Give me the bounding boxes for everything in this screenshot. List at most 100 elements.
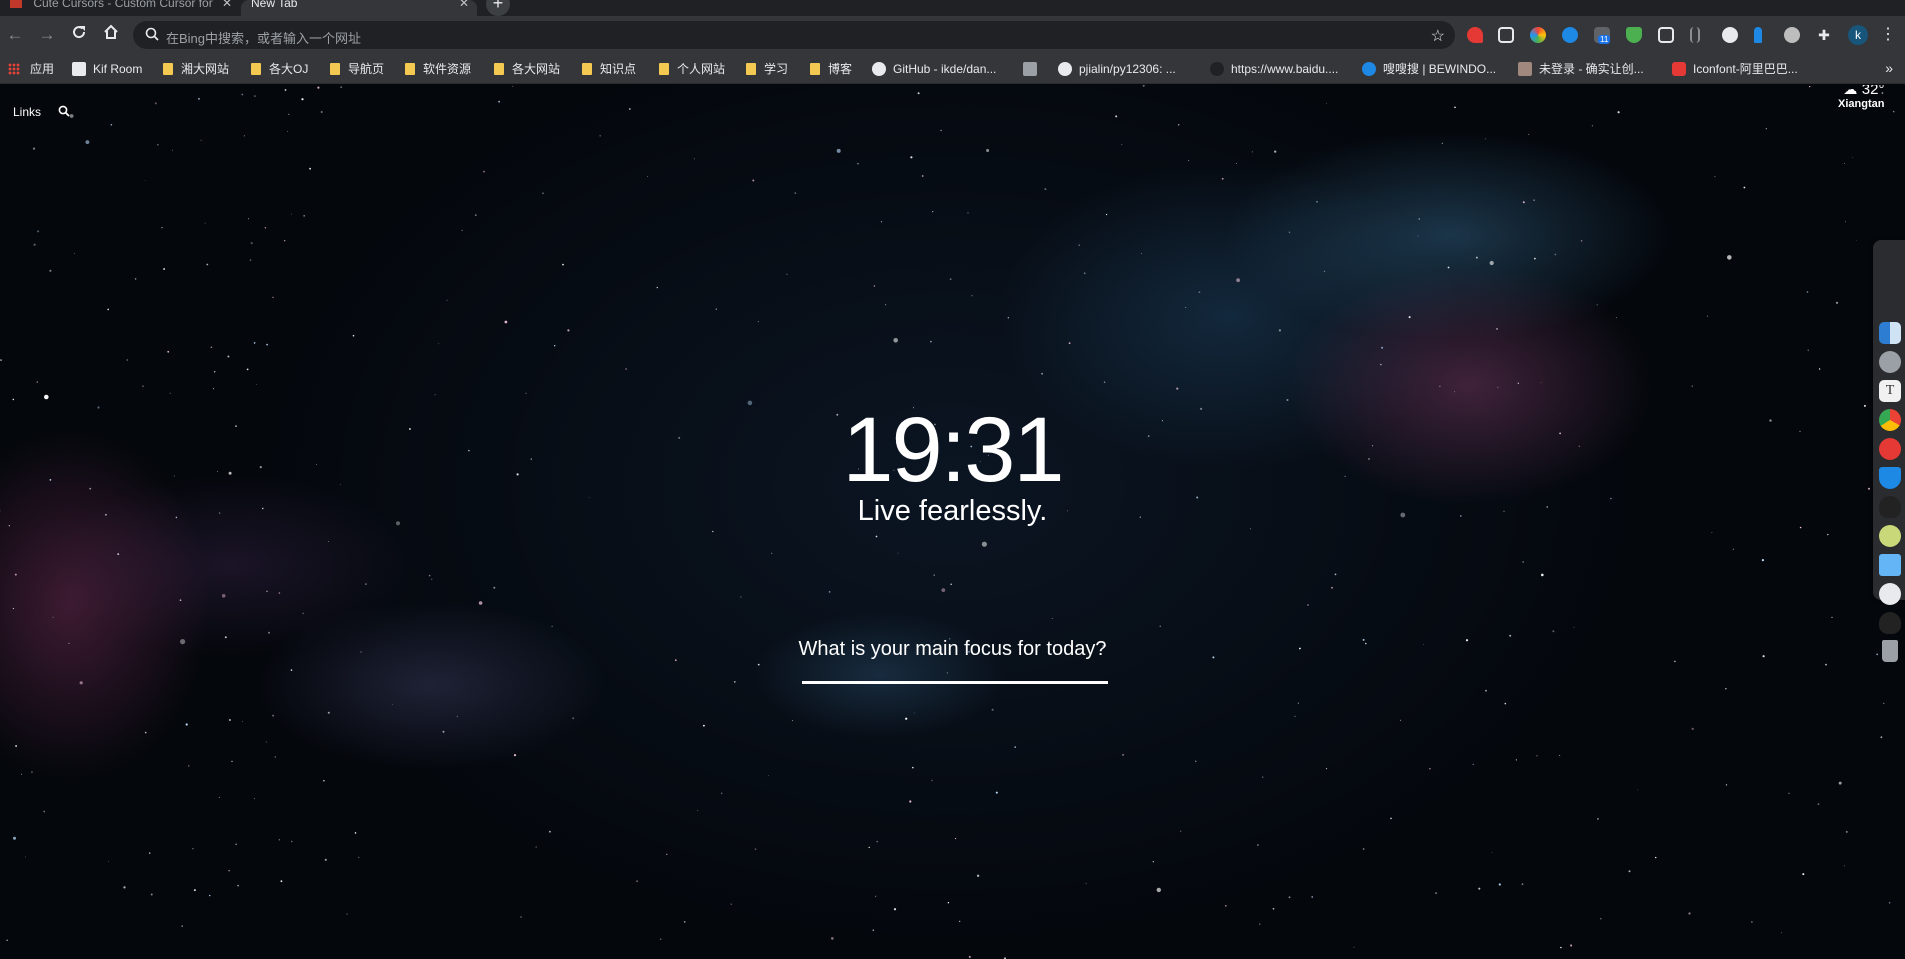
rocket-icon[interactable] (1879, 351, 1901, 373)
tab-new-tab[interactable]: New Tab ✕ (241, 0, 477, 16)
star (873, 285, 876, 287)
trash-icon[interactable] (1882, 640, 1898, 662)
extension-cloud-icon[interactable] (1784, 27, 1800, 43)
extension-reader-icon[interactable] (1498, 27, 1514, 43)
bookmark-label: 未登录 - 确实让创... (1539, 62, 1644, 76)
star (1509, 634, 1512, 637)
star (1334, 573, 1337, 576)
star (1844, 221, 1846, 223)
steam-icon[interactable] (1879, 583, 1901, 605)
browser-toolbar: ← → 在Bing中搜索，或者输入一个网址 ☆ 11 ✚ k ⋮ (0, 16, 1905, 54)
reload-button[interactable] (68, 24, 90, 46)
star (21, 773, 23, 775)
star (1806, 291, 1809, 293)
bookmark-label: 学习 (764, 62, 789, 76)
weather-widget[interactable]: ☁ 32° Xiangtan (1838, 85, 1884, 110)
star (1825, 663, 1827, 666)
focus-question: What is your main focus for today? (798, 638, 1107, 660)
extension-screenshot-icon[interactable] (1658, 27, 1674, 43)
extension-adblock-icon[interactable] (1467, 27, 1483, 43)
bookmark-baidu[interactable]: https://www.baidu.... (1210, 61, 1338, 79)
tab-close-icon[interactable]: ✕ (459, 0, 469, 9)
bookmark-folder[interactable]: 软件资源 (405, 61, 471, 79)
star (365, 583, 367, 585)
star (1883, 702, 1885, 704)
chrome-icon[interactable] (1879, 409, 1901, 431)
extension-pin-icon[interactable] (1754, 27, 1762, 43)
qq-icon[interactable] (1879, 612, 1901, 634)
bookmark-folder[interactable]: 导航页 (330, 61, 384, 79)
star (428, 574, 431, 577)
bookmark-folder[interactable]: 博客 (810, 61, 852, 79)
back-button[interactable]: ← (4, 24, 26, 46)
search-icon[interactable] (58, 105, 70, 117)
star (932, 211, 934, 213)
extension-ghost-icon[interactable] (1722, 27, 1738, 43)
bookmark-iconfont[interactable]: Iconfont-阿里巴巴... (1672, 61, 1798, 79)
bookmark-bewindows[interactable]: 嗖嗖搜 | BEWINDO... (1362, 61, 1496, 79)
address-bar[interactable]: 在Bing中搜索，或者输入一个网址 ☆ (133, 21, 1455, 49)
star (181, 925, 183, 927)
extension-bookmark-icon[interactable] (1690, 27, 1700, 43)
browser-menu-icon[interactable]: ⋮ (1880, 24, 1896, 46)
wechat-icon[interactable] (1879, 525, 1901, 547)
typora-icon[interactable]: T (1879, 380, 1901, 402)
shield-icon[interactable] (1879, 467, 1901, 489)
extensions-puzzle-icon[interactable]: ✚ (1816, 27, 1832, 43)
star (320, 111, 323, 113)
bookmark-github[interactable]: GitHub - ikde/dan... (872, 61, 996, 79)
bookmark-unlogged[interactable]: 未登录 - 确实让创... (1518, 61, 1644, 79)
netease-music-icon[interactable] (1879, 438, 1901, 460)
qq-icon[interactable] (1879, 496, 1901, 518)
star (123, 886, 126, 889)
home-button[interactable] (100, 24, 122, 46)
bookmark-folder[interactable]: 知识点 (582, 61, 636, 79)
github-icon (872, 62, 886, 76)
bookmark-kif-room[interactable]: Kif Room (72, 61, 142, 79)
bookmark-apps[interactable]: 应用 (8, 61, 54, 79)
star (562, 263, 564, 266)
star (1475, 256, 1478, 259)
star (554, 345, 556, 347)
folder-icon[interactable] (1879, 554, 1901, 576)
links-button[interactable]: Links (13, 105, 41, 119)
star (154, 102, 157, 105)
bookmark-star-icon[interactable]: ☆ (1431, 26, 1445, 46)
star (149, 852, 151, 854)
star (1522, 561, 1524, 563)
bookmark-folder[interactable]: 各大网站 (494, 61, 560, 79)
star (949, 278, 952, 280)
bookmarks-overflow-icon[interactable]: » (1885, 60, 1893, 76)
address-bar-placeholder: 在Bing中搜索，或者输入一个网址 (166, 31, 362, 46)
bookmark-pjialin[interactable]: pjialin/py12306: ... (1058, 61, 1176, 79)
star (1727, 255, 1732, 260)
star (1802, 873, 1805, 876)
forward-button[interactable]: → (36, 24, 58, 46)
star (1765, 128, 1767, 130)
new-tab-button[interactable]: + (486, 0, 510, 16)
bookmark-folder[interactable]: 湘大网站 (163, 61, 229, 79)
star (52, 616, 54, 618)
star (163, 268, 166, 270)
star (493, 586, 496, 589)
star (950, 583, 952, 586)
star (44, 394, 49, 400)
bookmark-folder[interactable]: 各大OJ (251, 61, 308, 79)
star (981, 541, 988, 547)
star (931, 779, 933, 782)
tab-cute-cursors[interactable]: Cute Cursors - Custom Cursor for ✕ (0, 0, 240, 16)
bookmark-folder[interactable]: 学习 (746, 61, 788, 79)
star (1534, 257, 1536, 260)
bookmark-unnamed[interactable] (1023, 61, 1044, 79)
profile-avatar[interactable]: k (1848, 25, 1868, 45)
finder-icon[interactable] (1879, 322, 1901, 344)
focus-input[interactable] (802, 681, 1108, 684)
tab-close-icon[interactable]: ✕ (222, 0, 232, 9)
extension-color-icon[interactable] (1530, 27, 1546, 43)
star (254, 798, 255, 800)
extension-m-icon[interactable] (1562, 27, 1578, 43)
star (885, 304, 887, 306)
extension-shield-icon[interactable] (1626, 27, 1642, 43)
bookmark-folder[interactable]: 个人网站 (659, 61, 725, 79)
extension-octotree-icon[interactable]: 11 (1594, 27, 1611, 44)
